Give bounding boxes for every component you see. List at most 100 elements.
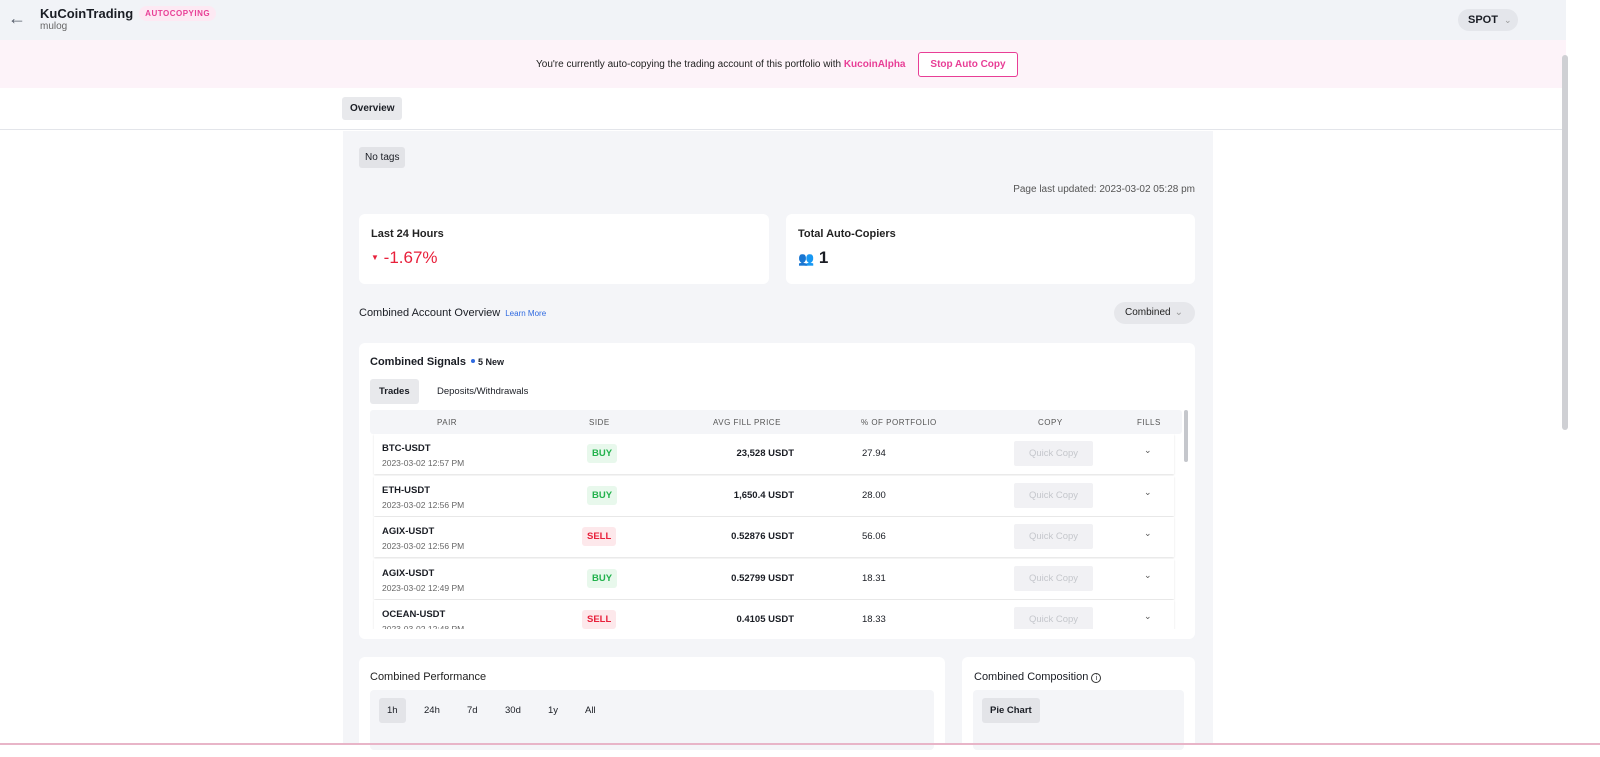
table-header: PAIR SIDE AVG FILL PRICE % OF PORTFOLIO … xyxy=(370,410,1182,434)
range-7d[interactable]: 7d xyxy=(459,698,486,723)
last-24h-value: ▼ -1.67% xyxy=(371,248,757,268)
portfolio-name: KuCoinTrading xyxy=(40,6,134,21)
range-24h[interactable]: 24h xyxy=(416,698,448,723)
auto-copiers-label: Total Auto-Copiers xyxy=(798,228,896,240)
tab-deposits-withdrawals[interactable]: Deposits/Withdrawals xyxy=(428,379,537,404)
table-row: BTC-USDT 2023-03-02 12:57 PM BUY 23,528 … xyxy=(374,434,1174,474)
table-row: ETH-USDT 2023-03-02 12:56 PM BUY 1,650.4… xyxy=(374,475,1174,516)
copied-account[interactable]: KucoinAlpha xyxy=(844,59,906,70)
col-percent: % OF PORTFOLIO xyxy=(861,418,937,427)
last-24h-label: Last 24 Hours xyxy=(371,228,444,240)
chevron-down-icon: ⌄ xyxy=(1503,15,1512,25)
trade-time: 2023-03-02 12:49 PM xyxy=(382,582,465,593)
composition-title: Combined Composition i xyxy=(974,671,1102,683)
users-icon: 👥 xyxy=(798,251,815,266)
tags-chip: No tags xyxy=(359,147,406,168)
tab-bar: Overview xyxy=(0,88,1566,130)
range-30d[interactable]: 30d xyxy=(497,698,529,723)
trade-time: 2023-03-02 12:56 PM xyxy=(382,541,465,551)
expand-fills-chevron-icon[interactable]: ⌄ xyxy=(1144,445,1152,456)
quick-copy-button[interactable]: Quick Copy xyxy=(1014,441,1093,466)
avg-fill-price: 0.4105 USDT xyxy=(736,614,794,625)
pair: BTC-USDT xyxy=(382,443,431,454)
autocopying-badge: AUTOCOPYING xyxy=(139,6,217,21)
quick-copy-button[interactable]: Quick Copy xyxy=(1014,524,1093,549)
combined-signals-card: Combined Signals 5 New Trades Deposits/Wi… xyxy=(359,343,1195,639)
trade-time: 2023-03-02 12:56 PM xyxy=(382,499,465,510)
last-24h-card: Last 24 Hours ▼ -1.67% xyxy=(359,214,769,284)
trade-time: 2023-03-02 12:48 PM xyxy=(382,624,465,629)
banner-text: You're currently auto-copying the tradin… xyxy=(536,59,906,70)
expand-fills-chevron-icon[interactable]: ⌄ xyxy=(1144,487,1152,498)
combined-performance-card: Combined Performance 1h 24h 7d 30d 1y Al… xyxy=(359,657,945,757)
pie-chart-toggle[interactable]: Pie Chart xyxy=(982,698,1040,723)
portfolio-title: KuCoinTrading AUTOCOPYING xyxy=(40,6,217,21)
pair: AGIX-USDT xyxy=(382,567,435,579)
composition-view: Pie Chart xyxy=(973,690,1184,750)
stop-auto-copy-button[interactable]: Stop Auto Copy xyxy=(918,52,1018,77)
table-scrollbar[interactable] xyxy=(1184,410,1188,462)
signals-table-body: BTC-USDT 2023-03-02 12:57 PM BUY 23,528 … xyxy=(370,434,1176,629)
quick-copy-button[interactable]: Quick Copy xyxy=(1014,607,1093,629)
autocopy-banner: You're currently auto-copying the tradin… xyxy=(0,40,1566,88)
range-selector: 1h 24h 7d 30d 1y All xyxy=(370,690,934,750)
expand-fills-chevron-icon[interactable]: ⌄ xyxy=(1144,528,1152,539)
combined-dropdown[interactable]: Combined ⌄ xyxy=(1114,302,1195,324)
dropdown-value: Combined xyxy=(1125,307,1171,318)
col-copy: COPY xyxy=(1038,418,1063,427)
expand-fills-chevron-icon[interactable]: ⌄ xyxy=(1144,570,1152,581)
tab-overview[interactable]: Overview xyxy=(342,97,403,120)
market-label: SPOT xyxy=(1468,14,1498,26)
info-icon[interactable]: i xyxy=(1091,673,1102,683)
col-fills: FILLS xyxy=(1137,418,1161,427)
tab-trades[interactable]: Trades xyxy=(370,379,419,404)
portfolio-percent: 27.94 xyxy=(862,448,886,459)
side-badge: BUY xyxy=(587,485,618,505)
quick-copy-button[interactable]: Quick Copy xyxy=(1014,565,1093,591)
col-pair: PAIR xyxy=(437,418,458,427)
table-row: OCEAN-USDT 2023-03-02 12:48 PM SELL 0.41… xyxy=(374,600,1174,629)
portfolio-percent: 18.33 xyxy=(862,614,886,625)
caret-down-icon: ▼ xyxy=(371,253,379,262)
range-1y[interactable]: 1y xyxy=(540,698,566,723)
col-side: SIDE xyxy=(589,418,610,427)
signals-heading: Combined Signals xyxy=(370,356,466,368)
pair: ETH-USDT xyxy=(382,484,431,496)
auto-copiers-card: Total Auto-Copiers 👥 1 xyxy=(786,214,1195,284)
table-row: AGIX-USDT 2023-03-02 12:56 PM SELL 0.528… xyxy=(374,517,1174,557)
side-badge: BUY xyxy=(587,444,618,463)
expand-fills-chevron-icon[interactable]: ⌄ xyxy=(1144,611,1152,622)
auto-copiers-value: 👥 1 xyxy=(798,248,1183,268)
composition-heading: Combined Composition xyxy=(974,671,1089,683)
portfolio-percent: 28.00 xyxy=(862,489,886,501)
portfolio-owner: mulog xyxy=(40,21,68,32)
range-1h[interactable]: 1h xyxy=(379,698,406,723)
range-all[interactable]: All xyxy=(577,698,604,723)
quick-copy-button[interactable]: Quick Copy xyxy=(1014,482,1093,508)
avg-fill-price: 23,528 USDT xyxy=(736,448,794,459)
avg-fill-price: 0.52799 USDT xyxy=(731,572,794,584)
pair: AGIX-USDT xyxy=(382,526,435,537)
market-dropdown[interactable]: SPOT ⌄ xyxy=(1458,9,1518,31)
page-scrollbar[interactable] xyxy=(1562,55,1568,430)
col-price: AVG FILL PRICE xyxy=(713,418,781,427)
overview-title: Combined Account Overview xyxy=(359,307,501,319)
overview-heading: Combined Account Overview Learn More xyxy=(359,307,546,319)
performance-title: Combined Performance xyxy=(370,671,487,683)
side-badge: SELL xyxy=(582,610,617,629)
avg-fill-price: 0.52876 USDT xyxy=(731,531,794,542)
last-updated: Page last updated: 2023-03-02 05:28 pm xyxy=(1013,184,1195,195)
main-column: No tags Page last updated: 2023-03-02 05… xyxy=(343,131,1213,757)
change-value: -1.67% xyxy=(383,248,438,267)
top-header: ← KuCoinTrading AUTOCOPYING mulog SPOT ⌄ xyxy=(0,0,1566,40)
new-signals-badge: 5 New xyxy=(471,357,504,367)
table-row: AGIX-USDT 2023-03-02 12:49 PM BUY 0.5279… xyxy=(374,558,1174,599)
portfolio-percent: 18.31 xyxy=(862,572,886,584)
portfolio-percent: 56.06 xyxy=(862,531,886,542)
learn-more-link[interactable]: Learn More xyxy=(505,309,546,318)
chevron-down-icon: ⌄ xyxy=(1174,307,1183,318)
combined-composition-card: Combined Composition i Pie Chart xyxy=(962,657,1195,757)
signals-title: Combined Signals 5 New xyxy=(370,356,504,368)
avg-fill-price: 1,650.4 USDT xyxy=(733,489,794,501)
back-arrow-icon[interactable]: ← xyxy=(8,8,26,29)
